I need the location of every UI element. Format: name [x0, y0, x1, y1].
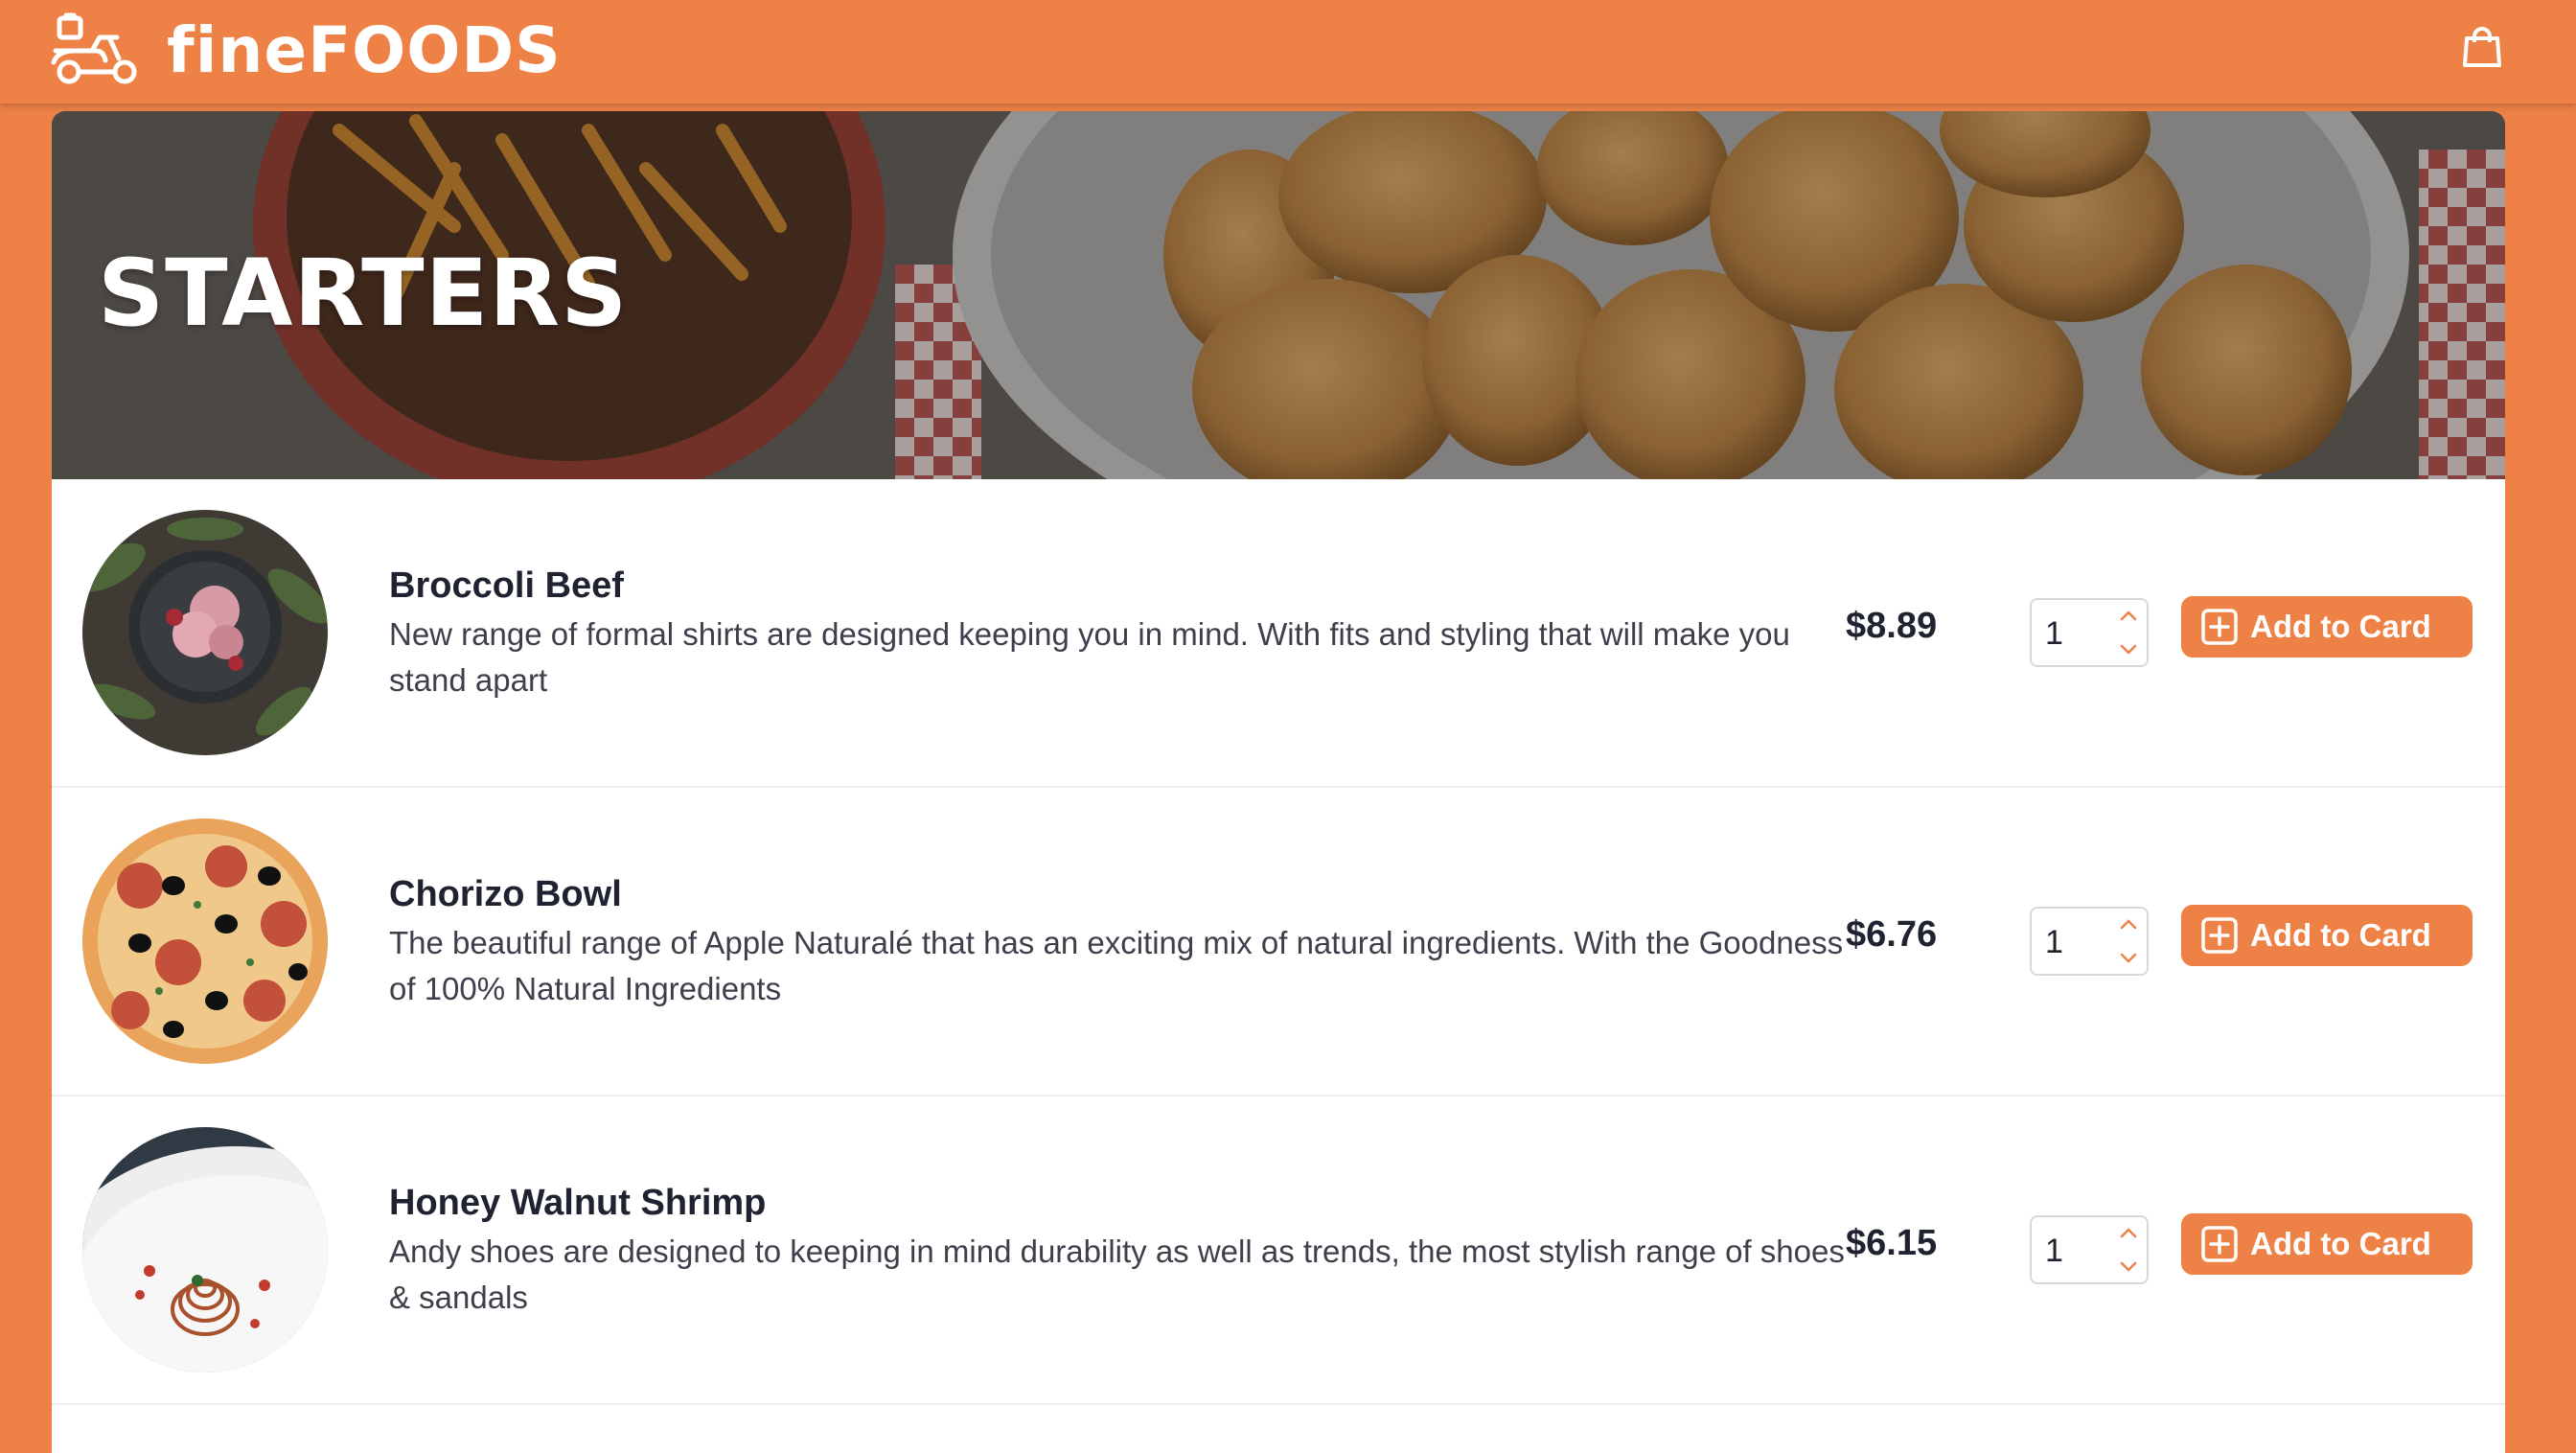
plus-square-icon: [2201, 917, 2238, 954]
add-to-cart-label: Add to Card: [2250, 609, 2431, 644]
item-description: New range of formal shirts are designed …: [389, 616, 1790, 698]
item-image: [82, 819, 328, 1064]
add-to-cart-button[interactable]: Add to Card: [2181, 905, 2472, 966]
add-to-cart-button[interactable]: Add to Card: [2181, 1213, 2472, 1275]
quantity-stepper[interactable]: 1: [2030, 598, 2149, 667]
top-navbar: fineFOODS: [0, 0, 2576, 104]
quantity-value[interactable]: 1: [2045, 1233, 2063, 1269]
menu-panel: STARTERS Broccoli Beef New range of form…: [52, 111, 2505, 1453]
item-name: Honey Walnut Shrimp: [389, 1183, 767, 1223]
item-name: Broccoli Beef: [389, 565, 624, 606]
item-price: $6.15: [1846, 1223, 1938, 1263]
menu-item: Chorizo Bowl The beautiful range of Appl…: [52, 788, 2505, 1096]
category-title: STARTERS: [98, 240, 629, 347]
chevron-up-icon[interactable]: [2114, 1219, 2143, 1248]
item-name: Chorizo Bowl: [389, 874, 622, 914]
dessert-photo: [82, 510, 328, 755]
add-to-cart-label: Add to Card: [2250, 917, 2431, 953]
add-to-cart-label: Add to Card: [2250, 1226, 2431, 1261]
cart-button[interactable]: [2461, 25, 2503, 69]
chevron-down-icon[interactable]: [2114, 634, 2143, 663]
item-price: $8.89: [1846, 606, 1938, 646]
item-image: [82, 1127, 328, 1372]
chevron-up-icon[interactable]: [2114, 602, 2143, 631]
quantity-value[interactable]: 1: [2045, 924, 2063, 960]
shopping-bag-icon: [2463, 27, 2501, 67]
plus-square-icon: [2201, 1226, 2238, 1262]
category-banner: STARTERS: [52, 111, 2505, 479]
quantity-stepper[interactable]: 1: [2030, 907, 2149, 976]
chevron-down-icon[interactable]: [2114, 1252, 2143, 1280]
brand-name: fineFOODS: [167, 13, 562, 87]
chevron-down-icon[interactable]: [2114, 943, 2143, 972]
chevron-up-icon[interactable]: [2114, 911, 2143, 939]
menu-item: Honey Walnut Shrimp Andy shoes are desig…: [52, 1096, 2505, 1405]
quantity-stepper[interactable]: 1: [2030, 1215, 2149, 1284]
add-to-cart-button[interactable]: Add to Card: [2181, 596, 2472, 657]
pasta-photo: [82, 1127, 328, 1372]
item-price: $6.76: [1846, 914, 1938, 955]
scooter-delivery-icon: [51, 12, 137, 84]
brand-logo[interactable]: fineFOODS: [50, 6, 562, 96]
quantity-value[interactable]: 1: [2045, 615, 2063, 652]
menu-item: Broccoli Beef New range of formal shirts…: [52, 479, 2505, 788]
item-description: Andy shoes are designed to keeping in mi…: [389, 1234, 1845, 1315]
item-image: [82, 510, 328, 755]
pizza-photo: [82, 819, 328, 1064]
item-description: The beautiful range of Apple Naturalé th…: [389, 925, 1844, 1006]
plus-square-icon: [2201, 609, 2238, 645]
